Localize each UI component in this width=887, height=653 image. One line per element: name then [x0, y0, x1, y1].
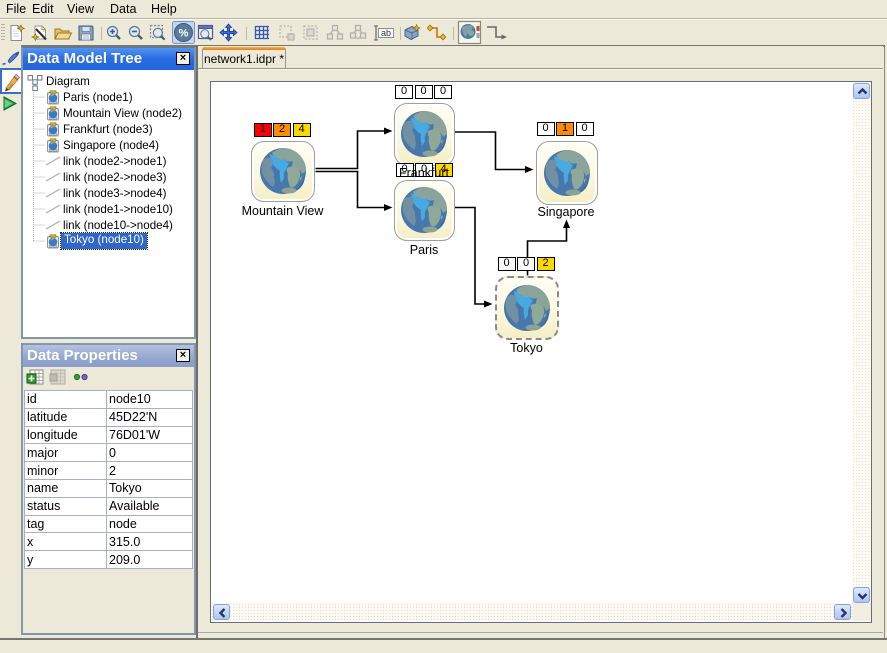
svg-text:%: % — [179, 28, 189, 40]
svg-text:ab: ab — [381, 28, 391, 38]
